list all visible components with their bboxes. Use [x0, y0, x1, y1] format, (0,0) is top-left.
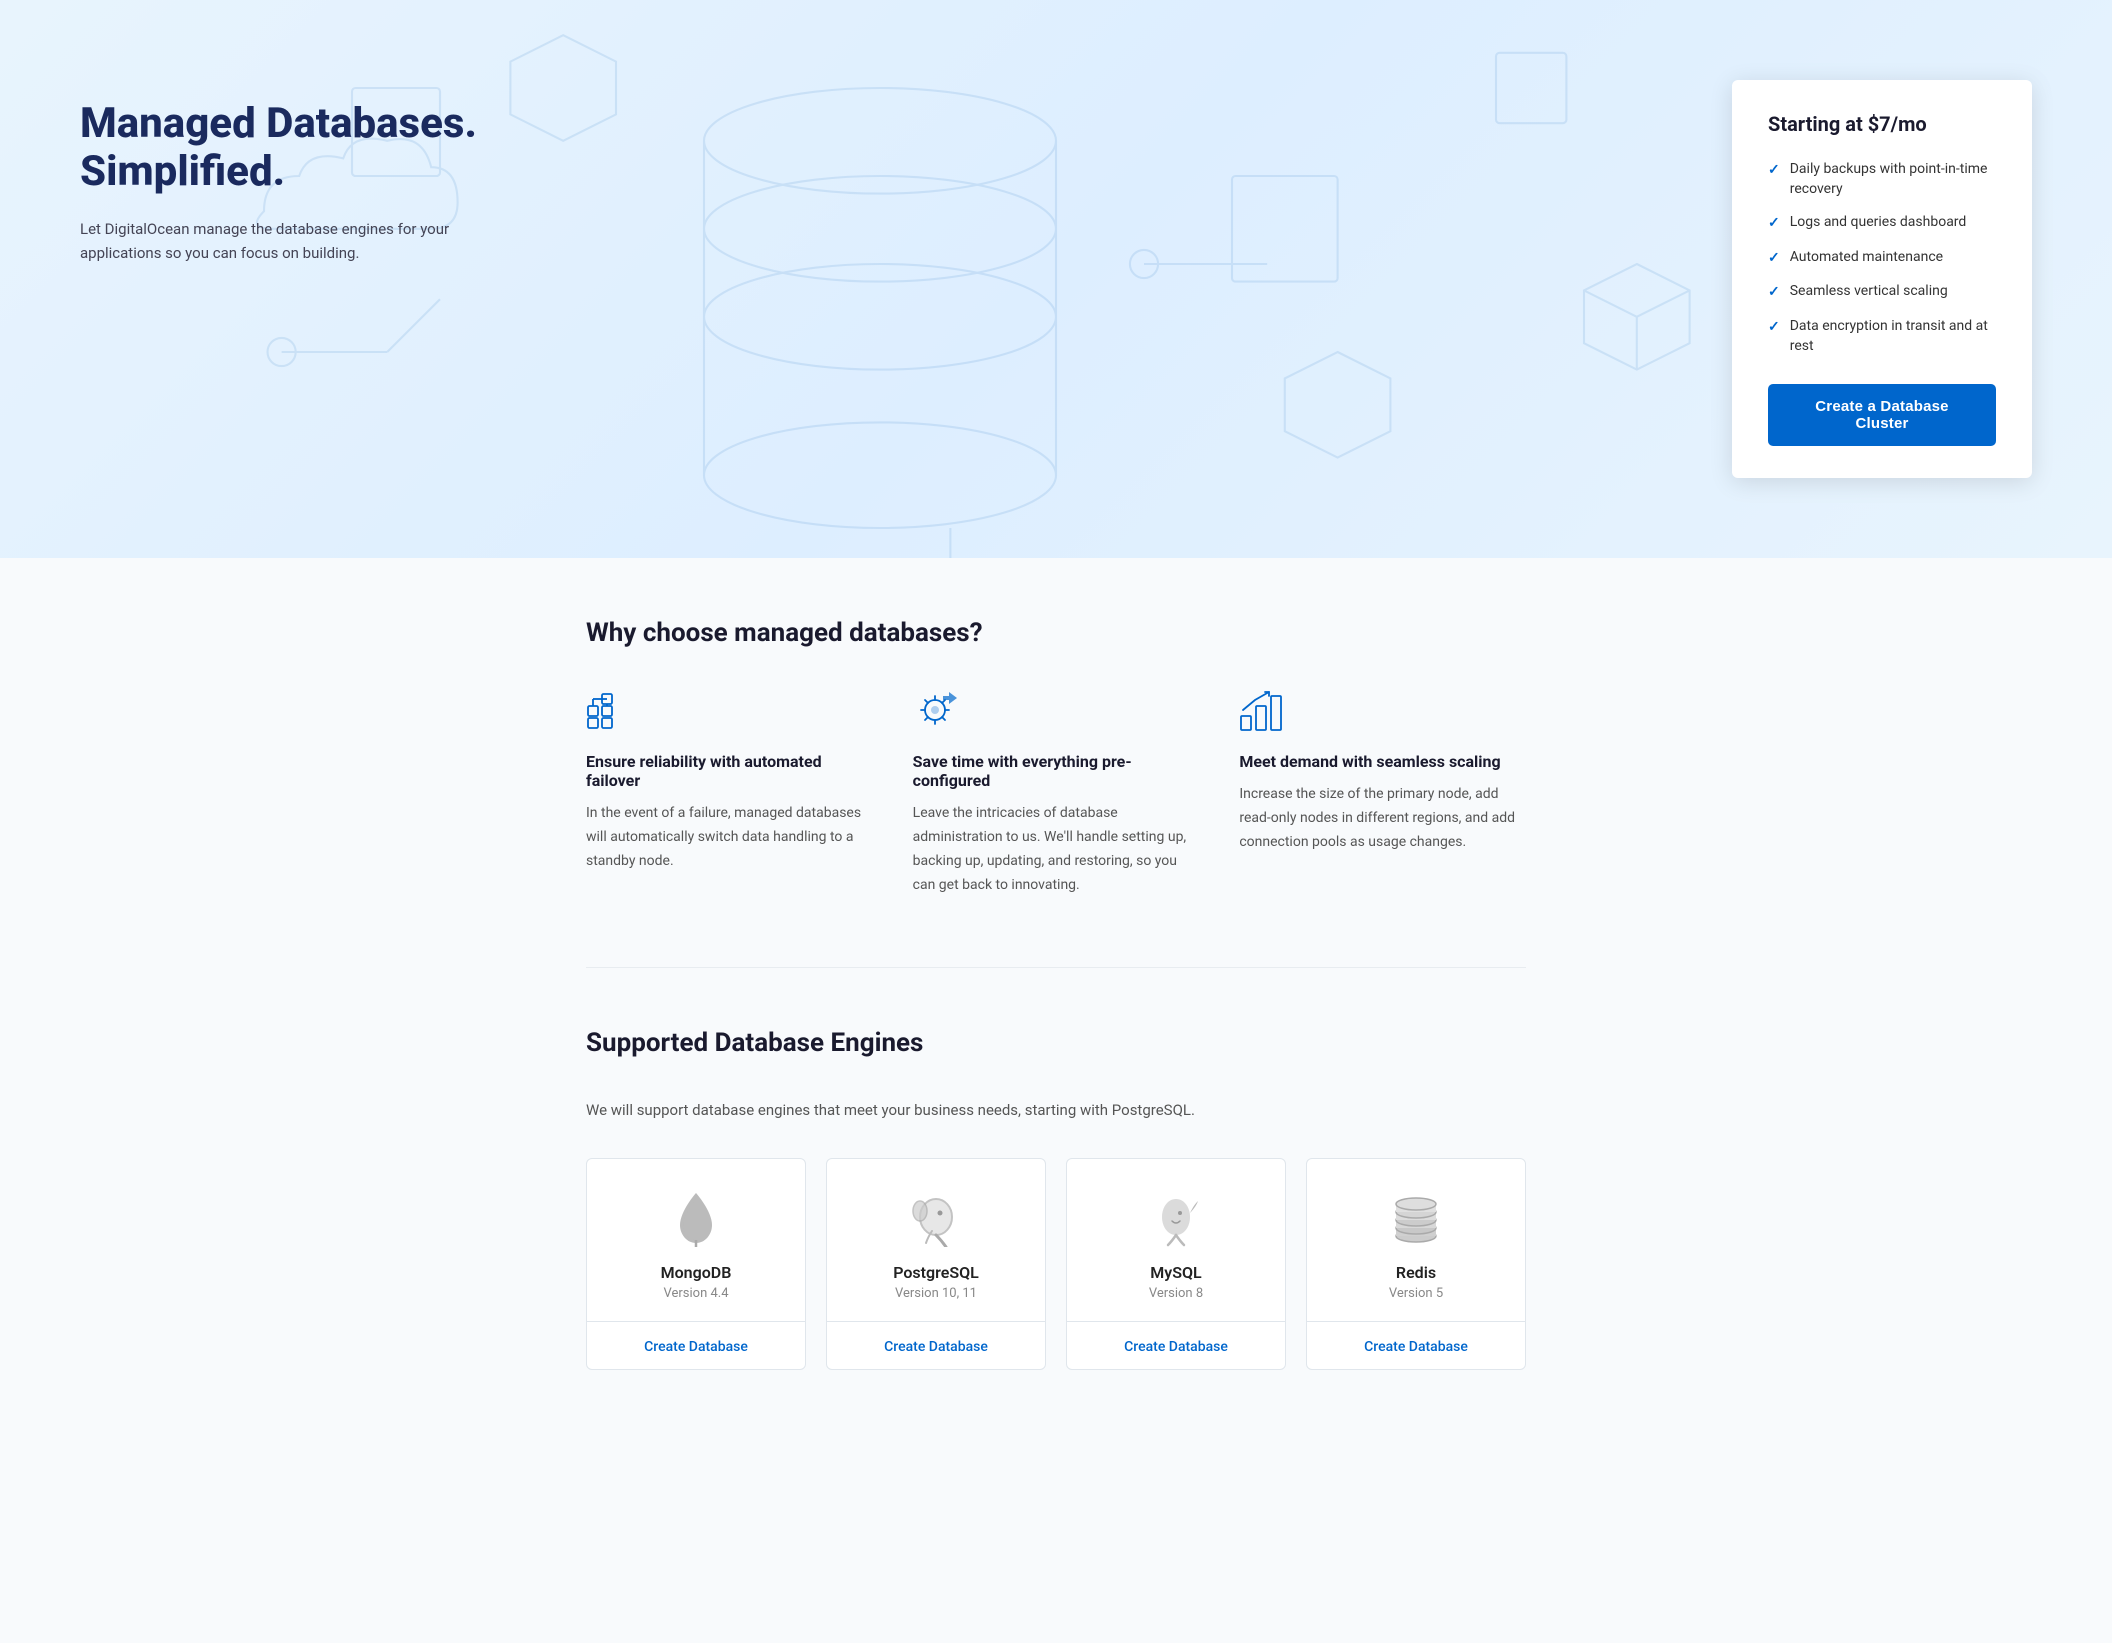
why-section-title: Why choose managed databases?: [586, 618, 1526, 648]
feature-list-item: ✓ Seamless vertical scaling: [1768, 282, 1996, 303]
engine-info-mongodb: MongoDB Version 4.4: [587, 1159, 805, 1321]
engine-action-mongodb[interactable]: Create Database: [587, 1321, 805, 1369]
pricing-card-title: Starting at $7/mo: [1768, 112, 1996, 136]
engine-create-link-mongodb[interactable]: Create Database: [644, 1339, 748, 1355]
hero-subtitle: Let DigitalOcean manage the database eng…: [80, 217, 460, 265]
main-content: Why choose managed databases? Ensur: [506, 558, 1606, 1430]
engine-create-link-postgresql[interactable]: Create Database: [884, 1339, 988, 1355]
feature-text: Logs and queries dashboard: [1790, 213, 1967, 233]
feature-card-reliability-title: Ensure reliability with automated failov…: [586, 752, 873, 790]
engine-version-mongodb: Version 4.4: [663, 1286, 728, 1301]
feature-list-item: ✓ Data encryption in transit and at rest: [1768, 317, 1996, 356]
engines-section: Supported Database Engines We will suppo…: [586, 967, 1526, 1370]
hero-title: Managed Databases. Simplified.: [80, 100, 640, 197]
check-icon: ✓: [1768, 161, 1780, 181]
redis-icon: [1388, 1191, 1444, 1247]
feature-card-preconfigured-title: Save time with everything pre-configured: [913, 752, 1200, 790]
feature-card-reliability: Ensure reliability with automated failov…: [586, 688, 873, 897]
engine-action-postgresql[interactable]: Create Database: [827, 1321, 1045, 1369]
engine-card-redis: Redis Version 5 Create Database: [1306, 1158, 1526, 1370]
feature-card-preconfigured-desc: Leave the intricacies of database admini…: [913, 802, 1200, 897]
engine-create-link-redis[interactable]: Create Database: [1364, 1339, 1468, 1355]
engine-version-redis: Version 5: [1389, 1286, 1443, 1301]
postgresql-icon: [908, 1191, 964, 1247]
feature-text: Data encryption in transit and at rest: [1790, 317, 1996, 356]
check-icon: ✓: [1768, 249, 1780, 269]
engine-info-postgresql: PostgreSQL Version 10, 11: [827, 1159, 1045, 1321]
feature-list-item: ✓ Daily backups with point-in-time recove…: [1768, 160, 1996, 199]
engine-version-mysql: Version 8: [1149, 1286, 1203, 1301]
create-cluster-button[interactable]: Create a Database Cluster: [1768, 384, 1996, 446]
engine-info-redis: Redis Version 5: [1307, 1159, 1525, 1321]
engine-info-mysql: MySQL Version 8: [1067, 1159, 1285, 1321]
engine-card-postgresql: PostgreSQL Version 10, 11 Create Databas…: [826, 1158, 1046, 1370]
feature-card-reliability-desc: In the event of a failure, managed datab…: [586, 802, 873, 873]
hero-content: Managed Databases. Simplified. Let Digit…: [80, 60, 640, 265]
feature-card-scaling-desc: Increase the size of the primary node, a…: [1239, 783, 1526, 854]
feature-text: Daily backups with point-in-time recover…: [1790, 160, 1996, 199]
engine-card-mysql: MySQL Version 8 Create Database: [1066, 1158, 1286, 1370]
preconfigured-icon: [913, 688, 957, 732]
feature-list-item: ✓ Logs and queries dashboard: [1768, 213, 1996, 234]
engines-section-title: Supported Database Engines: [586, 1028, 1526, 1058]
engine-version-postgresql: Version 10, 11: [895, 1286, 977, 1301]
engine-action-mysql[interactable]: Create Database: [1067, 1321, 1285, 1369]
feature-text: Automated maintenance: [1790, 248, 1943, 268]
feature-card-scaling: Meet demand with seamless scaling Increa…: [1239, 688, 1526, 897]
check-icon: ✓: [1768, 283, 1780, 303]
check-icon: ✓: [1768, 214, 1780, 234]
feature-text: Seamless vertical scaling: [1790, 282, 1948, 302]
features-grid: Ensure reliability with automated failov…: [586, 688, 1526, 897]
engine-name-postgresql: PostgreSQL: [893, 1263, 979, 1282]
engine-create-link-mysql[interactable]: Create Database: [1124, 1339, 1228, 1355]
mysql-icon: [1148, 1191, 1204, 1247]
feature-list: ✓ Daily backups with point-in-time recove…: [1768, 160, 1996, 356]
engine-card-mongodb: MongoDB Version 4.4 Create Database: [586, 1158, 806, 1370]
engine-name-redis: Redis: [1396, 1263, 1436, 1282]
check-icon: ✓: [1768, 318, 1780, 338]
engine-action-redis[interactable]: Create Database: [1307, 1321, 1525, 1369]
feature-list-item: ✓ Automated maintenance: [1768, 248, 1996, 269]
mongodb-icon: [668, 1191, 724, 1247]
engines-section-subtitle: We will support database engines that me…: [586, 1098, 1526, 1122]
pricing-card: Starting at $7/mo ✓ Daily backups with po…: [1732, 80, 2032, 478]
why-section: Why choose managed databases? Ensur: [586, 618, 1526, 897]
feature-card-scaling-title: Meet demand with seamless scaling: [1239, 752, 1526, 771]
hero-section: Managed Databases. Simplified. Let Digit…: [0, 0, 2112, 558]
engines-grid: MongoDB Version 4.4 Create Database: [586, 1158, 1526, 1370]
engine-name-mongodb: MongoDB: [661, 1263, 732, 1282]
engine-name-mysql: MySQL: [1150, 1263, 1201, 1282]
feature-card-preconfigured: Save time with everything pre-configured…: [913, 688, 1200, 897]
reliability-icon: [586, 688, 630, 732]
scaling-icon: [1239, 688, 1283, 732]
